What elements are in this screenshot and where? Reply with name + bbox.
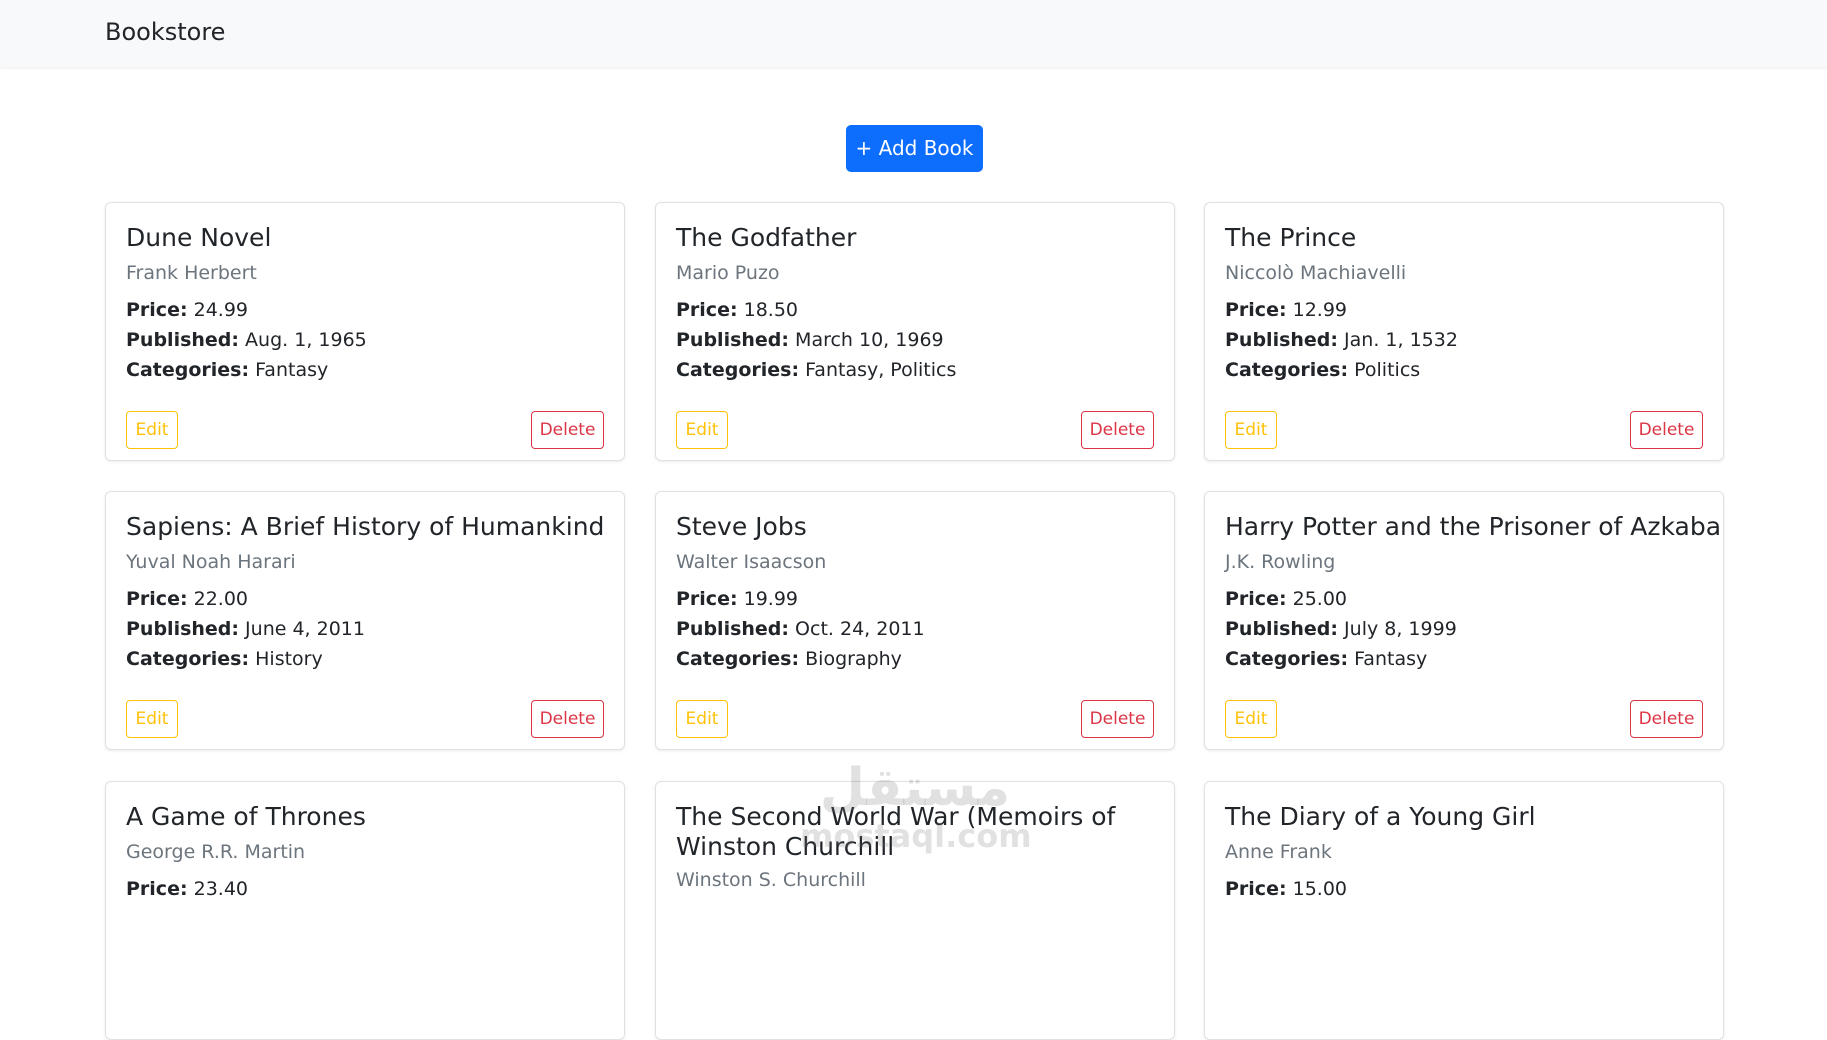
edit-button[interactable]: Edit	[676, 411, 728, 449]
book-categories: Categories: History	[126, 648, 323, 670]
book-categories: Categories: Biography	[676, 648, 902, 670]
edit-button[interactable]: Edit	[1225, 411, 1277, 449]
book-title: The Second World War (Memoirs of Winston…	[676, 802, 1116, 861]
book-author: Yuval Noah Harari	[126, 551, 296, 573]
edit-button[interactable]: Edit	[676, 700, 728, 738]
book-price: Price: 23.40	[126, 878, 249, 900]
delete-button[interactable]: Delete	[1630, 411, 1703, 449]
book-published: Published: Oct. 24, 2011	[676, 618, 925, 640]
book-author: Mario Puzo	[676, 262, 780, 284]
book-categories: Categories: Fantasy	[1225, 648, 1428, 670]
book-title: The Diary of a Young Girl	[1225, 802, 1536, 831]
book-card: A Game of Thrones George R.R. Martin Pri…	[105, 781, 625, 1040]
book-card: Harry Potter and the Prisoner of Azkaban…	[1204, 491, 1724, 750]
delete-button[interactable]: Delete	[531, 411, 604, 449]
book-card: The Diary of a Young Girl Anne Frank Pri…	[1204, 781, 1724, 1040]
book-card: The Godfather Mario Puzo Price: 18.50 Pu…	[655, 202, 1175, 461]
navbar: Bookstore	[0, 0, 1827, 67]
book-price: Price: 19.99	[676, 588, 799, 610]
book-published: Published: June 4, 2011	[126, 618, 365, 640]
book-card: The Prince Niccolò Machiavelli Price: 12…	[1204, 202, 1724, 461]
book-author: Anne Frank	[1225, 841, 1332, 863]
book-card: Steve Jobs Walter Isaacson Price: 19.99 …	[655, 491, 1175, 750]
book-author: Winston S. Churchill	[676, 869, 866, 891]
book-categories: Categories: Fantasy	[126, 359, 329, 381]
delete-button[interactable]: Delete	[531, 700, 604, 738]
book-title: Steve Jobs	[676, 512, 807, 541]
book-price: Price: 18.50	[676, 299, 799, 321]
book-title: The Godfather	[676, 223, 857, 252]
book-title: A Game of Thrones	[126, 802, 366, 831]
book-title: Dune Novel	[126, 223, 272, 252]
book-published: Published: March 10, 1969	[676, 329, 944, 351]
edit-button[interactable]: Edit	[126, 411, 178, 449]
book-author: J.K. Rowling	[1225, 551, 1336, 573]
book-card: The Second World War (Memoirs of Winston…	[655, 781, 1175, 1040]
book-price: Price: 15.00	[1225, 878, 1348, 900]
book-card: Sapiens: A Brief History of Humankind Yu…	[105, 491, 625, 750]
navbar-brand[interactable]: Bookstore	[105, 17, 225, 47]
book-author: Niccolò Machiavelli	[1225, 262, 1407, 284]
delete-button[interactable]: Delete	[1081, 411, 1154, 449]
book-title: The Prince	[1225, 223, 1357, 252]
book-author: George R.R. Martin	[126, 841, 306, 863]
book-categories: Categories: Politics	[1225, 359, 1421, 381]
book-published: Published: Jan. 1, 1532	[1225, 329, 1458, 351]
book-price: Price: 24.99	[126, 299, 249, 321]
book-title: Harry Potter and the Prisoner of Azkaban	[1225, 512, 1724, 541]
book-title: Sapiens: A Brief History of Humankind	[126, 512, 605, 541]
book-price: Price: 12.99	[1225, 299, 1348, 321]
book-author: Frank Herbert	[126, 262, 257, 284]
book-categories: Categories: Fantasy, Politics	[676, 359, 957, 381]
delete-button[interactable]: Delete	[1081, 700, 1154, 738]
book-price: Price: 22.00	[126, 588, 249, 610]
delete-button[interactable]: Delete	[1630, 700, 1703, 738]
edit-button[interactable]: Edit	[126, 700, 178, 738]
book-price: Price: 25.00	[1225, 588, 1348, 610]
book-published: Published: Aug. 1, 1965	[126, 329, 367, 351]
book-published: Published: July 8, 1999	[1225, 618, 1457, 640]
edit-button[interactable]: Edit	[1225, 700, 1277, 738]
book-author: Walter Isaacson	[676, 551, 827, 573]
add-book-button[interactable]: + Add Book	[846, 125, 983, 172]
book-card: Dune Novel Frank Herbert Price: 24.99 Pu…	[105, 202, 625, 461]
